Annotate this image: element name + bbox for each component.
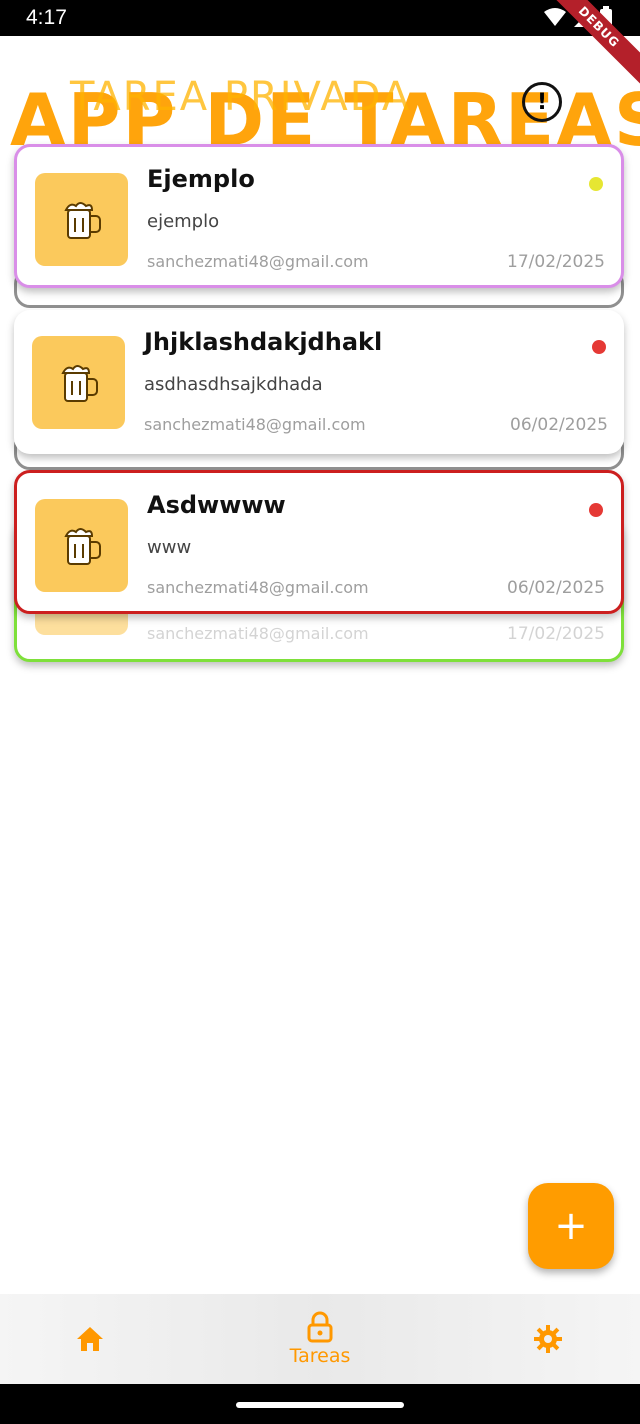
gear-icon xyxy=(534,1325,562,1353)
task-card[interactable]: Asdwwww www sanchezmati48@gmail.com 06/0… xyxy=(14,470,624,614)
info-button[interactable]: ! xyxy=(522,82,562,122)
task-title: Jhjklashdakjdhakl xyxy=(144,328,383,356)
beer-mug-icon xyxy=(60,364,98,402)
task-card[interactable]: Ejemplo ejemplo sanchezmati48@gmail.com … xyxy=(14,144,624,288)
nav-label-tareas: Tareas xyxy=(289,1345,351,1367)
task-email: sanchezmati48@gmail.com xyxy=(147,578,369,597)
screen-title: TAREA PRIVADA xyxy=(70,74,412,120)
beer-mug-icon xyxy=(63,527,101,565)
nav-item-settings[interactable] xyxy=(518,1294,578,1384)
status-bar: 4:17 DEBUG xyxy=(0,0,640,88)
task-description: asdhasdhsajkdhada xyxy=(144,374,323,395)
task-card[interactable]: Jhjklashdakjdhakl asdhasdhsajkdhada sanc… xyxy=(14,310,624,454)
nav-item-home[interactable] xyxy=(60,1294,120,1384)
home-icon xyxy=(77,1327,103,1351)
task-email: sanchezmati48@gmail.com xyxy=(144,415,366,434)
task-date: 06/02/2025 xyxy=(510,415,608,435)
system-nav-bar xyxy=(0,1384,640,1424)
priority-indicator xyxy=(589,503,603,517)
task-thumbnail xyxy=(32,336,125,429)
task-date: 06/02/2025 xyxy=(507,578,605,598)
add-icon: + xyxy=(554,1203,588,1249)
task-date: 17/02/2025 xyxy=(507,624,605,644)
task-description: ejemplo xyxy=(147,211,220,232)
wifi-icon xyxy=(544,8,566,26)
task-title: Asdwwww xyxy=(147,491,286,519)
task-description: www xyxy=(147,537,192,558)
task-email: sanchezmati48@gmail.com xyxy=(147,624,369,643)
add-task-button[interactable]: + xyxy=(528,1183,614,1269)
gesture-handle[interactable] xyxy=(236,1402,404,1408)
info-icon: ! xyxy=(536,89,548,115)
status-time: 4:17 xyxy=(26,6,67,29)
priority-indicator xyxy=(589,177,603,191)
nav-item-tareas[interactable]: Tareas xyxy=(270,1294,370,1384)
priority-indicator xyxy=(592,340,606,354)
task-email: sanchezmati48@gmail.com xyxy=(147,252,369,271)
bottom-nav: Tareas xyxy=(0,1294,640,1384)
task-title: Ejemplo xyxy=(147,165,255,193)
task-thumbnail xyxy=(35,499,128,592)
lock-icon xyxy=(307,1311,333,1343)
task-thumbnail xyxy=(35,173,128,266)
task-date: 17/02/2025 xyxy=(507,252,605,272)
beer-mug-icon xyxy=(63,201,101,239)
